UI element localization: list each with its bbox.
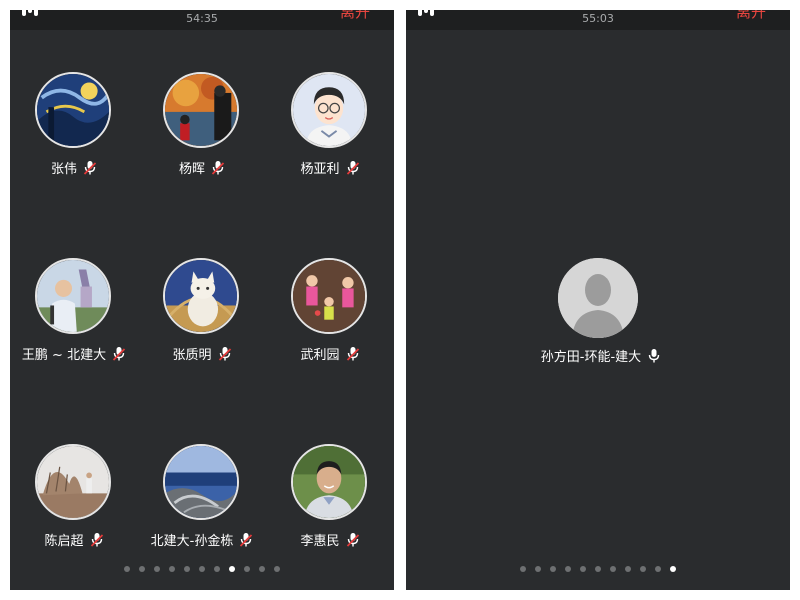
page-dot[interactable] xyxy=(199,566,205,572)
top-bar: 54:35 离开 xyxy=(10,10,394,30)
participant-name: 李惠民 xyxy=(300,534,340,549)
participant-tile[interactable]: 张伟 xyxy=(10,72,138,192)
participant-tile[interactable]: 北建大-孙金栋 xyxy=(138,444,266,564)
participant-name: 杨亚利 xyxy=(300,162,340,177)
page-dot[interactable] xyxy=(535,566,541,572)
meeting-timer: 54:35 xyxy=(186,12,218,25)
mic-muted-icon xyxy=(346,160,360,176)
page-dot[interactable] xyxy=(274,566,280,572)
page-dot[interactable] xyxy=(655,566,661,572)
avatar xyxy=(35,72,111,148)
mic-muted-icon xyxy=(218,346,232,362)
participant-name: 孙方田-环能-建大 xyxy=(540,350,642,365)
participant-name: 杨晖 xyxy=(178,162,205,177)
participant-tile[interactable]: 武利园 xyxy=(266,258,394,378)
page-dot[interactable] xyxy=(139,566,145,572)
mic-muted-icon xyxy=(112,346,126,362)
leave-button[interactable]: 离开 xyxy=(736,10,766,22)
page-dot[interactable] xyxy=(154,566,160,572)
top-bar: 55:03 离开 xyxy=(406,10,790,30)
mic-muted-icon xyxy=(90,532,104,548)
participant-tile[interactable]: 王鹏 ~ 北建大 xyxy=(10,258,138,378)
avatar xyxy=(35,444,111,520)
avatar xyxy=(163,72,239,148)
participant-name: 张伟 xyxy=(50,162,77,177)
page-dot[interactable] xyxy=(580,566,586,572)
avatar xyxy=(291,258,367,334)
meeting-screen-right: 55:03 离开 孙方田-环能-建大 xyxy=(406,10,790,590)
avatar xyxy=(291,444,367,520)
avatar xyxy=(291,72,367,148)
participant-name: 北建大-孙金栋 xyxy=(150,534,234,549)
participant-tile[interactable]: 杨晖 xyxy=(138,72,266,192)
participant-name: 张质明 xyxy=(172,348,212,363)
participant-name: 陈启超 xyxy=(44,534,84,549)
page-dot[interactable] xyxy=(595,566,601,572)
page-dot[interactable] xyxy=(124,566,130,572)
mic-muted-icon xyxy=(346,532,360,548)
meeting-screen-left: 54:35 离开 张伟 杨晖 杨亚利 王鹏 ~ 北建大 张质明 武利园 陈启超 … xyxy=(10,10,394,590)
page-dot[interactable] xyxy=(610,566,616,572)
participant-tile[interactable]: 陈启超 xyxy=(10,444,138,564)
mic-muted-icon xyxy=(83,160,97,176)
page-dot[interactable] xyxy=(625,566,631,572)
default-avatar-icon xyxy=(558,258,638,338)
page-dot[interactable] xyxy=(520,566,526,572)
leave-button[interactable]: 离开 xyxy=(340,10,370,22)
participant-tile[interactable]: 杨亚利 xyxy=(266,72,394,192)
page-dot-active[interactable] xyxy=(229,566,235,572)
page-dot-active[interactable] xyxy=(670,566,676,572)
page-dot[interactable] xyxy=(244,566,250,572)
participant-name: 王鹏 ~ 北建大 xyxy=(21,348,107,363)
mic-muted-icon xyxy=(346,346,360,362)
avatar xyxy=(163,258,239,334)
avatar xyxy=(35,258,111,334)
mic-icon xyxy=(647,348,661,364)
page-indicator[interactable] xyxy=(10,566,394,572)
page-dot[interactable] xyxy=(550,566,556,572)
page-dot[interactable] xyxy=(565,566,571,572)
avatar xyxy=(163,444,239,520)
meeting-timer: 55:03 xyxy=(582,12,614,25)
page-dot[interactable] xyxy=(214,566,220,572)
page-dot[interactable] xyxy=(184,566,190,572)
participant-tile[interactable]: 张质明 xyxy=(138,258,266,378)
participant-tile[interactable]: 李惠民 xyxy=(266,444,394,564)
page-dot[interactable] xyxy=(640,566,646,572)
mic-muted-icon xyxy=(211,160,225,176)
page-dot[interactable] xyxy=(169,566,175,572)
page-dot[interactable] xyxy=(259,566,265,572)
mic-muted-icon xyxy=(239,532,253,548)
page-indicator[interactable] xyxy=(406,566,790,572)
participant-name: 武利园 xyxy=(300,348,340,363)
